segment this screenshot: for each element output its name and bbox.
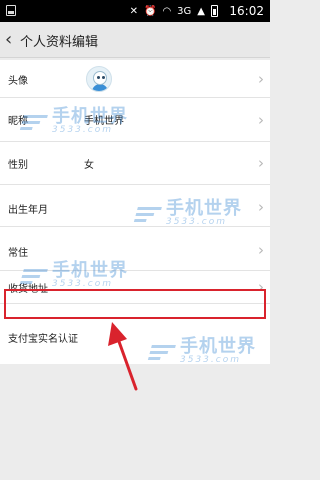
chevron-right-icon: ›	[258, 198, 264, 216]
gallery-icon	[6, 5, 16, 16]
row-avatar[interactable]: 头像 ›	[0, 60, 270, 98]
chevron-left-icon[interactable]: ‹	[5, 29, 21, 51]
row-nickname[interactable]: 昵称 手机世界 ›	[0, 98, 270, 142]
signal-icon: ▲	[197, 5, 205, 17]
highlight-box	[4, 289, 266, 319]
row-value-nickname: 手机世界	[84, 116, 124, 127]
row-value-gender: 女	[84, 160, 94, 171]
page-title: 个人资料编辑	[20, 35, 99, 50]
network-type: 3G	[177, 5, 192, 17]
mute-icon: ✕	[129, 5, 138, 17]
row-label-avatar: 头像	[8, 76, 28, 87]
row-label-gender: 性别	[8, 160, 28, 171]
wifi-icon: ◠	[162, 5, 172, 17]
row-gender[interactable]: 性别 女 ›	[0, 142, 270, 185]
status-time: 16:02	[229, 4, 264, 18]
chevron-right-icon: ›	[258, 241, 264, 259]
avatar	[86, 66, 112, 92]
chevron-right-icon: ›	[258, 154, 264, 172]
battery-icon	[211, 5, 218, 17]
status-icons: ✕ ⏰ ◠ 3G ▲	[130, 3, 218, 19]
row-label-residence: 常住	[8, 248, 28, 259]
chevron-right-icon: ›	[258, 111, 264, 129]
footer-area	[0, 385, 270, 480]
status-bar: ✕ ⏰ ◠ 3G ▲ 16:02	[0, 0, 270, 22]
chevron-right-icon: ›	[258, 70, 264, 88]
alarm-icon: ⏰	[143, 5, 157, 17]
row-birth[interactable]: 出生年月 ›	[0, 185, 270, 227]
row-label-nickname: 昵称	[8, 116, 28, 127]
title-bar: ‹ 个人资料编辑	[0, 22, 270, 58]
row-label-birth: 出生年月	[8, 205, 48, 216]
row-residence[interactable]: 常住 ›	[0, 227, 270, 271]
row-label-alipay: 支付宝实名认证	[8, 334, 78, 345]
